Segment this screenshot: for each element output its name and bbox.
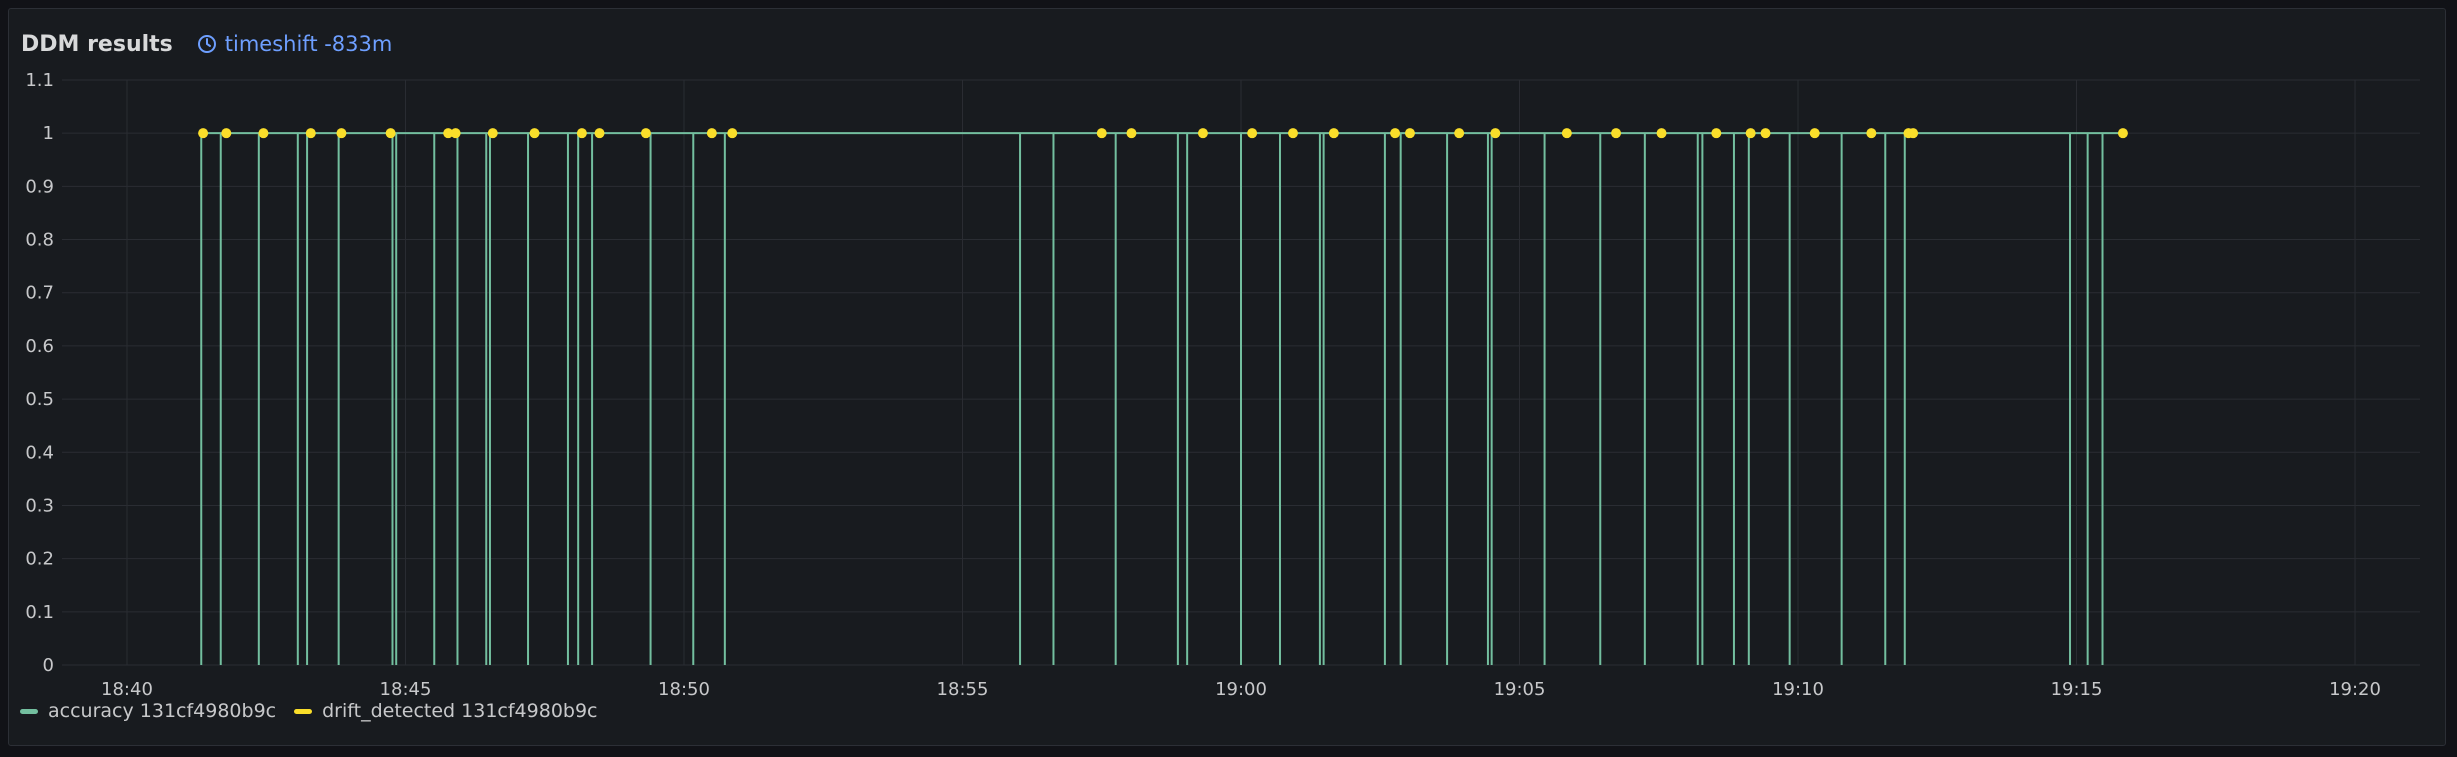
x-tick-label: 19:00: [1215, 679, 1267, 700]
drift-point: [1656, 128, 1667, 139]
drift-point: [594, 128, 605, 139]
y-tick-label: 0.7: [25, 283, 54, 304]
drift-point: [1390, 128, 1401, 139]
drift-point: [727, 128, 738, 139]
drift-point: [1328, 128, 1339, 139]
drift-point: [450, 128, 461, 139]
accuracy-swatch: [20, 708, 38, 714]
drift-point: [1711, 128, 1722, 139]
drift-point: [1745, 128, 1756, 139]
time-series-chart[interactable]: 0 0.1 0.2 0.3 0.4 0.5 0.6 0.7 0.8 0.9 1 1.1 18:40 18:…: [0, 0, 2457, 757]
y-tick-label: 1: [43, 123, 54, 144]
y-tick-label: 1.1: [25, 70, 54, 91]
drift-point: [1611, 128, 1622, 139]
x-tick-label: 18:40: [101, 679, 153, 700]
legend-item-drift-detected[interactable]: drift_detected 131cf4980b9c: [294, 700, 598, 722]
drift-point: [1908, 128, 1919, 139]
drift-point: [1096, 128, 1107, 139]
y-tick-label: 0.6: [25, 336, 54, 357]
drift-point: [221, 128, 232, 139]
drift-swatch: [294, 708, 313, 714]
drift-point: [305, 128, 316, 139]
x-tick-label: 18:55: [937, 679, 989, 700]
legend-label-accuracy: accuracy 131cf4980b9c: [48, 700, 277, 722]
drift-point: [336, 128, 347, 139]
drift-point: [1454, 128, 1465, 139]
drift-point: [1561, 128, 1572, 139]
y-tick-label: 0.5: [25, 389, 54, 410]
drift-point: [1490, 128, 1501, 139]
drift-point: [258, 128, 269, 139]
y-tick-label: 0.2: [25, 549, 54, 570]
drift-point: [1126, 128, 1137, 139]
x-tick-label: 18:50: [658, 679, 710, 700]
drift-point: [1247, 128, 1258, 139]
drift-point: [529, 128, 540, 139]
y-tick-label: 0.1: [25, 602, 54, 623]
drift-point: [1404, 128, 1415, 139]
x-tick-label: 19:20: [2329, 679, 2381, 700]
x-tick-label: 19:10: [1772, 679, 1824, 700]
drift-point: [706, 128, 717, 139]
drift-point: [576, 128, 587, 139]
drift-point: [198, 128, 209, 139]
y-tick-label: 0: [43, 655, 54, 676]
drift-point: [640, 128, 651, 139]
x-tick-label: 19:15: [2051, 679, 2103, 700]
x-tick-label: 19:05: [1494, 679, 1546, 700]
chart-legend: accuracy 131cf4980b9c drift_detected 131…: [20, 700, 616, 722]
drift-point: [1760, 128, 1771, 139]
drift-point: [1197, 128, 1208, 139]
y-tick-label: 0.9: [25, 176, 54, 197]
y-tick-label: 0.3: [25, 495, 54, 516]
y-tick-label: 0.4: [25, 442, 54, 463]
legend-label-drift-detected: drift_detected 131cf4980b9c: [322, 700, 598, 722]
legend-item-accuracy[interactable]: accuracy 131cf4980b9c: [20, 700, 276, 722]
y-tick-label: 0.8: [25, 230, 54, 251]
drift-point: [1866, 128, 1877, 139]
drift-point: [487, 128, 498, 139]
drift-point: [1287, 128, 1298, 139]
drift-point: [1809, 128, 1820, 139]
x-tick-label: 18:45: [380, 679, 432, 700]
drift-point: [2117, 128, 2128, 139]
drift-point: [385, 128, 396, 139]
